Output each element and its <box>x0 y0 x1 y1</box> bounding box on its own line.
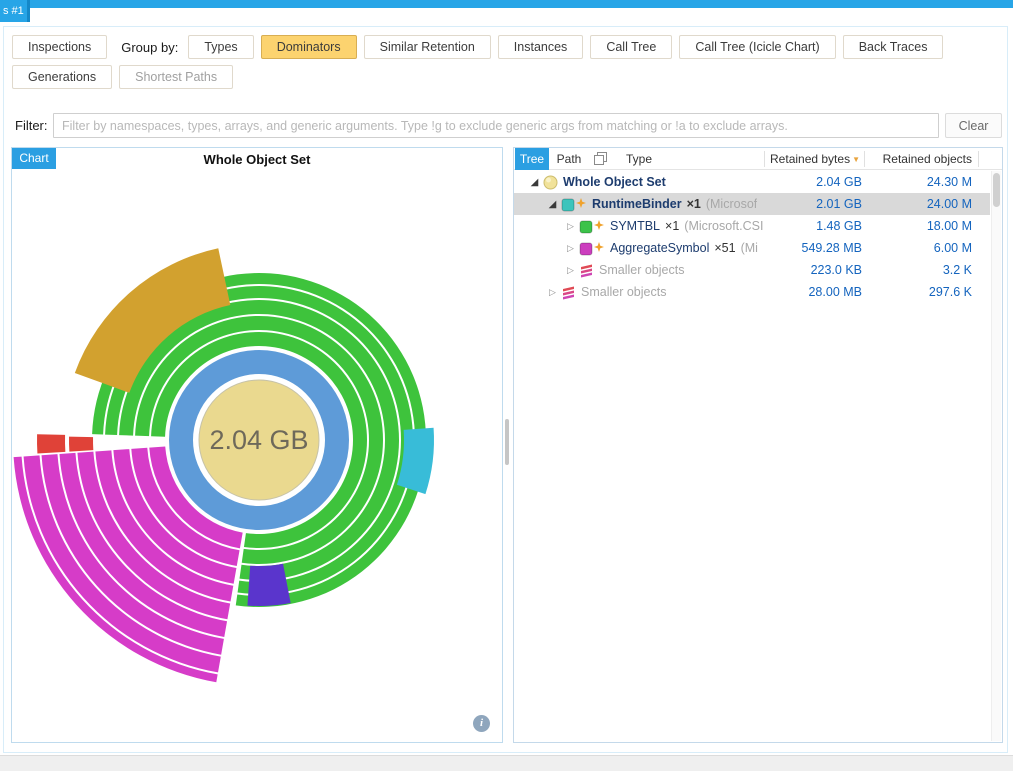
inspections-button[interactable]: Inspections <box>12 35 107 59</box>
row-instance-count: ×1 <box>687 197 701 211</box>
class-icon <box>579 219 605 234</box>
expander-collapsed-icon[interactable]: ▷ <box>564 265 577 276</box>
filter-row: Filter: Clear <box>4 113 1009 139</box>
tab-tree[interactable]: Tree <box>515 148 549 170</box>
type-icon-wrap <box>579 219 605 234</box>
retained-bytes-value: 1.48 GB <box>766 215 862 237</box>
table-row[interactable]: ▷ SYMTBL ×1 (Microsoft.CSI1.48 GB 18.00 M <box>514 215 990 237</box>
chart-title: Whole Object Set <box>12 152 502 167</box>
row-instance-count: ×51 <box>714 241 735 255</box>
row-type-name: Smaller objects <box>581 285 666 299</box>
window-tab[interactable]: s #1 <box>0 0 30 22</box>
column-divider <box>864 151 865 167</box>
expander-collapsed-icon[interactable]: ▷ <box>546 287 559 298</box>
chart-panel: Whole Object Set Chart 2.04 GB i <box>11 147 503 743</box>
copy-icon[interactable] <box>594 152 607 170</box>
expander-collapsed-icon[interactable]: ▷ <box>564 221 577 232</box>
table-row[interactable]: ◢ Whole Object Set 2.04 GB 24.30 M <box>514 171 990 193</box>
top-accent-strip <box>0 0 1013 8</box>
sunburst-segment-purple-wedge[interactable] <box>247 564 290 606</box>
tab-dominators[interactable]: Dominators <box>261 35 357 59</box>
group-by-label: Group by: <box>121 40 178 55</box>
retained-objects-value: 24.00 M <box>868 193 972 215</box>
tab-call-tree-icicle-chart[interactable]: Call Tree (Icicle Chart) <box>679 35 835 59</box>
column-header-retained-objects[interactable]: Retained objects <box>868 148 972 170</box>
retained-bytes-value: 28.00 MB <box>766 281 862 303</box>
retained-bytes-value: 223.0 KB <box>766 259 862 281</box>
retained-objects-value: 24.30 M <box>868 171 972 193</box>
group-by-tabs-row2: Generations Shortest Paths <box>12 65 233 89</box>
retained-objects-value: 6.00 M <box>868 237 972 259</box>
splitter-handle[interactable] <box>505 419 509 465</box>
row-namespace: (Microsoft.CSI <box>684 219 763 233</box>
tab-instances[interactable]: Instances <box>498 35 584 59</box>
row-type-name: RuntimeBinder <box>592 197 682 211</box>
filter-input[interactable] <box>53 113 939 138</box>
type-icon-wrap <box>561 197 587 212</box>
retained-bytes-value: 2.01 GB <box>766 193 862 215</box>
retained-objects-value: 297.6 K <box>868 281 972 303</box>
column-divider <box>978 151 979 167</box>
scrollbar-thumb[interactable] <box>993 173 1000 207</box>
tree-rows: ◢ Whole Object Set 2.04 GB 24.30 M ◢ RuntimeB… <box>514 171 990 742</box>
table-row[interactable]: ◢ RuntimeBinder ×1 (Microsof 2.01 GB 24.00 M <box>514 193 990 215</box>
scrollbar[interactable] <box>991 171 1001 741</box>
row-namespace: (Mi <box>741 241 758 255</box>
column-header-retained-bytes[interactable]: Retained bytes▼ <box>760 148 860 171</box>
tab-similar-retention[interactable]: Similar Retention <box>364 35 491 59</box>
group-by-tabs-row1: Types Dominators Similar Retention Instance… <box>188 35 943 59</box>
filter-label: Filter: <box>15 113 48 138</box>
row-namespace: (Microsof <box>706 197 757 211</box>
sort-arrow-icon: ▼ <box>852 155 860 164</box>
row-type-name: Smaller objects <box>599 263 684 277</box>
chart-center-label: 2.04 GB <box>209 425 308 455</box>
info-icon[interactable]: i <box>473 715 490 732</box>
sunburst-segment-red-sliver-1[interactable] <box>69 437 93 452</box>
table-row[interactable]: ▷ Smaller objects 223.0 KB 3.2 K <box>514 259 990 281</box>
table-row[interactable]: ▷ Smaller objects 28.00 MB 297.6 K <box>514 281 990 303</box>
type-icon-wrap <box>543 175 558 190</box>
tree-header: Tree Path Type Retained bytes▼ Retained … <box>514 148 1002 170</box>
column-header-type[interactable]: Type <box>626 148 652 170</box>
tab-chart[interactable]: Chart <box>12 148 56 169</box>
retained-bytes-value: 549.28 MB <box>766 237 862 259</box>
type-icon-wrap <box>561 285 576 300</box>
row-type-name: AggregateSymbol <box>610 241 709 255</box>
toolbar-row-2: Generations Shortest Paths <box>12 65 233 89</box>
tab-generations[interactable]: Generations <box>12 65 112 89</box>
toolbar-row-1: Inspections Group by: Types Dominators Sim… <box>12 35 943 59</box>
row-type-name: SYMTBL <box>610 219 660 233</box>
column-header-retained-bytes-label: Retained bytes <box>770 152 850 166</box>
window-tab-label: s #1 <box>3 5 24 17</box>
main-container: Inspections Group by: Types Dominators Sim… <box>3 26 1008 753</box>
object-set-icon <box>543 175 558 190</box>
expander-collapsed-icon[interactable]: ▷ <box>564 243 577 254</box>
retained-bytes-value: 2.04 GB <box>766 171 862 193</box>
smaller-objects-icon <box>579 263 594 278</box>
tab-back-traces[interactable]: Back Traces <box>843 35 944 59</box>
row-type-name: Whole Object Set <box>563 175 666 189</box>
column-divider <box>764 151 765 167</box>
class-icon <box>579 241 605 256</box>
tab-call-tree[interactable]: Call Tree <box>590 35 672 59</box>
retained-objects-value: 3.2 K <box>868 259 972 281</box>
type-icon-wrap <box>579 241 605 256</box>
bottom-strip <box>0 755 1013 771</box>
table-row[interactable]: ▷ AggregateSymbol ×51 (Mi 549.28 MB 6.00 M <box>514 237 990 259</box>
expander-expanded-icon[interactable]: ◢ <box>546 199 559 210</box>
row-instance-count: ×1 <box>665 219 679 233</box>
tab-shortest-paths[interactable]: Shortest Paths <box>119 65 233 89</box>
retained-objects-value: 18.00 M <box>868 215 972 237</box>
tab-path[interactable]: Path <box>550 148 588 170</box>
smaller-objects-icon <box>561 285 576 300</box>
tab-types[interactable]: Types <box>188 35 253 59</box>
type-icon-wrap <box>579 263 594 278</box>
sunburst-chart[interactable]: 2.04 GB <box>12 170 502 730</box>
tree-panel: Tree Path Type Retained bytes▼ Retained … <box>513 147 1003 743</box>
clear-button[interactable]: Clear <box>945 113 1002 138</box>
sunburst-segment-red-sliver-2[interactable] <box>37 434 65 453</box>
class-icon <box>561 197 587 212</box>
expander-expanded-icon[interactable]: ◢ <box>528 177 541 188</box>
